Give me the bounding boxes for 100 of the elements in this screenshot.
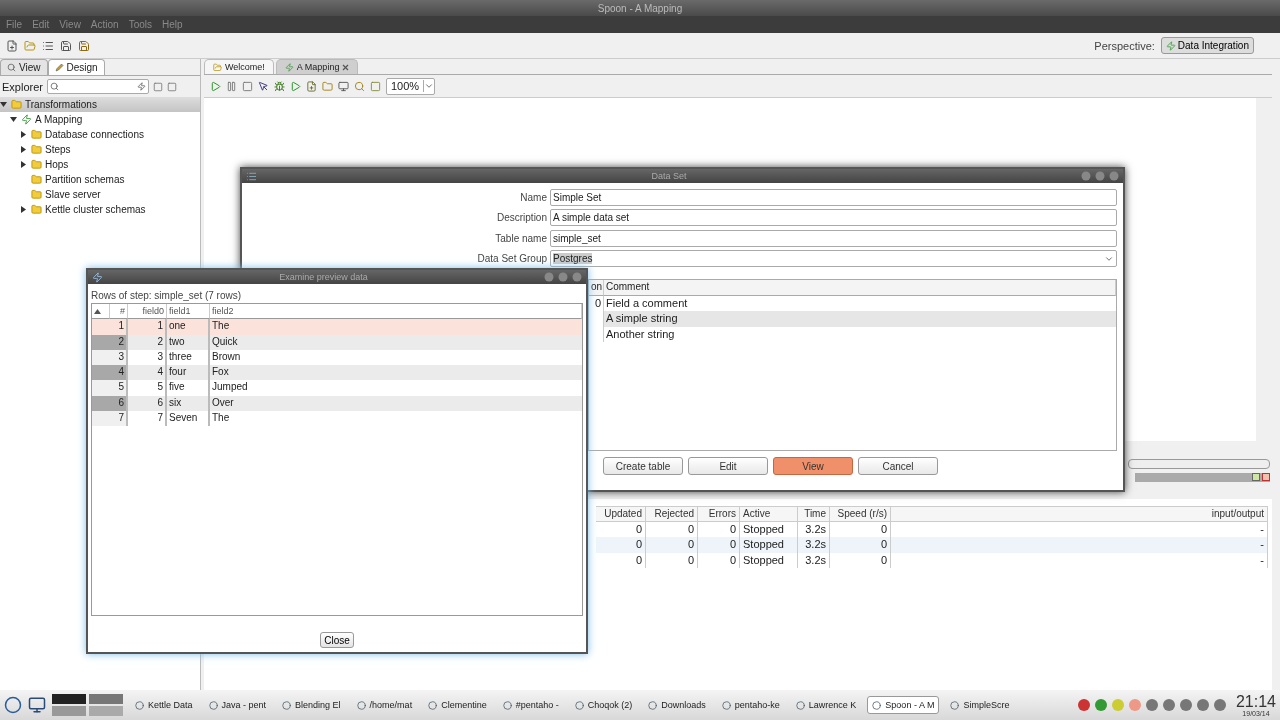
close-icon[interactable] — [1109, 171, 1119, 181]
table-cell: A simple string — [604, 311, 1116, 327]
collapsed-arrow-icon[interactable] — [20, 160, 27, 168]
close-icon[interactable] — [1262, 472, 1270, 481]
column-header[interactable]: Speed (r/s) — [830, 506, 891, 522]
taskbar-item[interactable]: Blending El — [277, 696, 346, 714]
tree-item[interactable]: Hops — [45, 159, 69, 170]
folder-icon — [31, 189, 42, 200]
save-icon[interactable] — [60, 39, 72, 52]
taskbar-item[interactable]: #pentaho - — [497, 696, 564, 714]
dialog-button[interactable]: Create table — [603, 457, 683, 475]
taskbar-item[interactable]: Kettle Data — [130, 696, 198, 714]
input-field[interactable]: Simple Set — [550, 188, 1117, 206]
taskbar-item[interactable]: Choqok (2) — [569, 696, 638, 714]
bug-icon[interactable] — [274, 80, 285, 92]
sort-arrow-icon[interactable] — [94, 308, 101, 314]
row-header-cell[interactable] — [92, 411, 110, 427]
dialog-title: Examine preview data — [278, 272, 369, 282]
editor-tab[interactable]: Welcome! — [204, 59, 274, 74]
row-number: 4 — [110, 365, 128, 381]
tree-item[interactable]: A Mapping — [35, 114, 83, 125]
row-header-cell[interactable] — [92, 380, 110, 396]
column-header[interactable]: Rejected — [646, 506, 698, 522]
maximize-icon[interactable] — [1252, 472, 1260, 481]
column-header[interactable]: Comment — [604, 280, 1116, 296]
collapsed-arrow-icon[interactable] — [20, 145, 27, 153]
table-cell: one — [167, 319, 210, 335]
column-header[interactable]: on — [589, 280, 604, 296]
table-cell: four — [167, 365, 210, 381]
table-cell: Fox — [210, 365, 582, 381]
close-icon[interactable] — [572, 272, 582, 282]
taskbar-item[interactable]: Spoon - A M — [867, 696, 940, 714]
tree-item[interactable]: Steps — [45, 144, 71, 155]
column-header[interactable]: Time — [798, 506, 830, 522]
taskbar-item[interactable]: Java - pent — [203, 696, 272, 714]
scrollbar[interactable] — [1128, 458, 1270, 469]
tray-icons-drawing[interactable] — [1075, 697, 1226, 713]
window-title: Spoon - A Mapping — [597, 2, 683, 14]
row-number: 1 — [110, 319, 128, 335]
save-as-icon[interactable] — [78, 39, 90, 52]
table-cell: - — [891, 537, 1268, 553]
expanded-arrow-icon[interactable] — [10, 115, 17, 123]
dialog-button[interactable]: Edit — [688, 457, 768, 475]
collapsed-arrow-icon[interactable] — [20, 130, 27, 138]
table-cell: 0 — [596, 537, 646, 553]
list-icon[interactable] — [42, 39, 54, 52]
close-button[interactable]: Close — [320, 632, 354, 648]
input-field[interactable]: A simple data set — [550, 209, 1117, 227]
dropdown-field[interactable]: Postgres — [550, 250, 1117, 268]
app-icon — [356, 700, 366, 710]
panel-tab[interactable]: View — [0, 59, 48, 75]
column-header[interactable]: Active — [740, 506, 798, 522]
folder-icon — [11, 99, 22, 110]
tree-item[interactable]: Slave server — [45, 189, 101, 200]
new-file-icon[interactable] — [6, 39, 18, 52]
pointer-icon[interactable] — [258, 80, 269, 92]
row-header-cell[interactable] — [92, 319, 110, 335]
taskbar-item[interactable]: Downloads — [643, 696, 711, 714]
run-icon[interactable] — [210, 80, 221, 92]
pause-icon[interactable] — [226, 80, 237, 92]
perspective-button[interactable]: Data Integration — [1160, 37, 1254, 54]
folder-icon — [31, 174, 42, 185]
tree-item[interactable]: Database connections — [45, 129, 144, 140]
pencil-icon — [54, 63, 64, 72]
stop-icon[interactable] — [242, 80, 253, 92]
column-header[interactable]: Updated — [596, 506, 646, 522]
column-header[interactable]: Errors — [698, 506, 740, 522]
minimize-icon[interactable] — [544, 272, 554, 282]
column-header[interactable]: input/output — [891, 506, 1268, 522]
minimize-icon[interactable] — [1081, 171, 1091, 181]
dialog-button[interactable]: View — [773, 457, 853, 475]
dialog-button[interactable]: Cancel — [858, 457, 938, 475]
search-field[interactable] — [46, 79, 149, 94]
transformation-icon — [21, 114, 32, 125]
tree-item[interactable]: Partition schemas — [45, 174, 125, 185]
folder-icon — [31, 159, 42, 170]
taskbar-item[interactable]: pentaho-ke — [716, 696, 785, 714]
zoom-dropdown[interactable]: 100% — [386, 77, 435, 95]
taskbar-item[interactable]: Clementine — [423, 696, 492, 714]
collapsed-arrow-icon[interactable] — [20, 205, 27, 213]
editor-tab[interactable]: A Mapping — [275, 59, 359, 74]
taskbar-item[interactable]: /home/mat — [351, 696, 418, 714]
taskbar-item[interactable]: Lawrence K — [790, 696, 862, 714]
input-field[interactable]: simple_set — [550, 229, 1117, 247]
open-folder-icon[interactable] — [24, 39, 36, 52]
folder-icon — [31, 144, 42, 155]
maximize-icon[interactable] — [558, 272, 568, 282]
tree-item[interactable]: Kettle cluster schemas — [45, 204, 146, 215]
expanded-arrow-icon[interactable] — [0, 100, 7, 108]
collapse-icon[interactable] — [152, 81, 163, 92]
panel-tab[interactable]: Design — [47, 59, 105, 75]
rows-caption: Rows of step: simple_set (7 rows) — [90, 289, 243, 303]
taskbar-item[interactable]: SimpleScre — [945, 696, 1015, 714]
expand-icon[interactable] — [166, 81, 177, 92]
table-cell: five — [167, 380, 210, 396]
maximize-icon[interactable] — [1095, 171, 1105, 181]
desktop-icon[interactable] — [28, 696, 46, 714]
close-icon[interactable] — [342, 63, 350, 71]
pager-icon[interactable] — [52, 694, 124, 716]
row-header-cell[interactable] — [92, 365, 110, 381]
